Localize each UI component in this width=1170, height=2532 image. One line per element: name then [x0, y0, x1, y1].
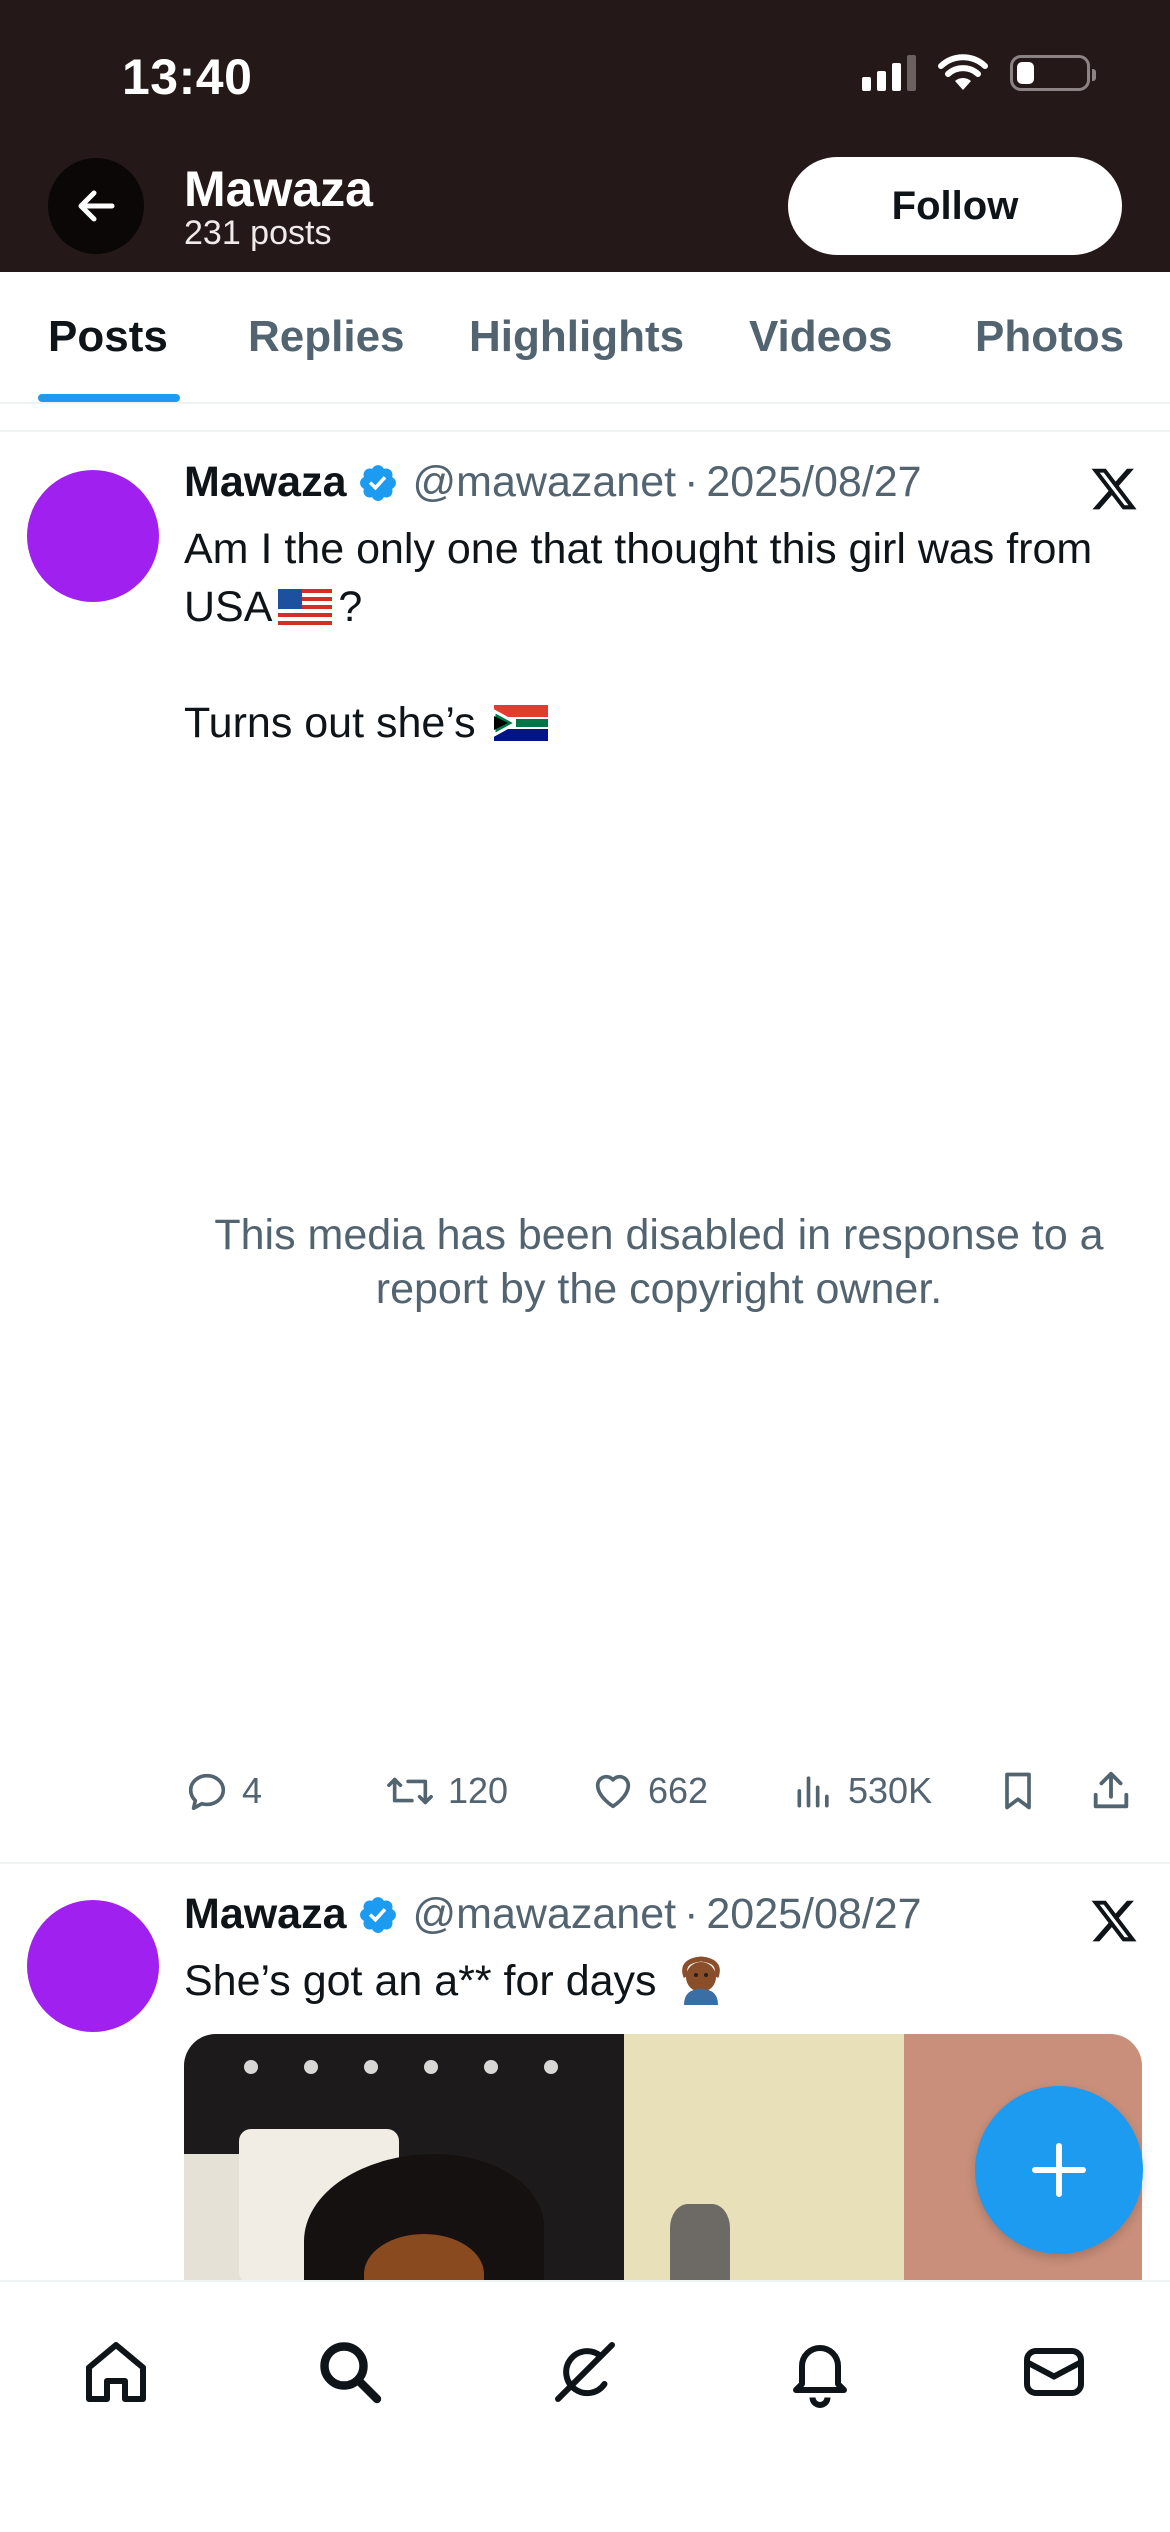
tweet-handle[interactable]: @mawazanet [413, 458, 677, 507]
like-button[interactable]: 662 [590, 1768, 708, 1814]
verified-badge-icon [357, 462, 399, 504]
heart-icon [595, 1774, 631, 1809]
tweet-text: She’s got an a** for days [184, 1952, 1154, 2010]
share-icon [1093, 1771, 1129, 1809]
tweet-text: Am I the only one that thought this girl… [184, 520, 1154, 752]
battery-level [1017, 62, 1035, 84]
tab-replies[interactable]: Replies [248, 312, 405, 362]
profile-name: Mawaza [184, 161, 373, 217]
bookmark-icon [1005, 1772, 1031, 1810]
tweet-handle[interactable]: @mawazanet [413, 1890, 677, 1939]
cellular-signal-icon [862, 55, 916, 91]
bookmark-button[interactable] [996, 1768, 1040, 1814]
back-button[interactable] [48, 158, 144, 254]
arrow-left-icon [78, 190, 115, 222]
separator-dot: · [684, 1890, 699, 1938]
repost-button[interactable]: 120 [384, 1768, 508, 1814]
tab-posts[interactable]: Posts [48, 312, 168, 362]
active-tab-indicator [38, 394, 180, 402]
search-icon [320, 2342, 382, 2404]
tab-photos[interactable]: Photos [975, 312, 1124, 362]
status-icons [862, 54, 1096, 92]
messages-envelope-icon [1024, 2348, 1084, 2396]
like-count: 662 [648, 1770, 709, 1811]
person-gesturing-ok-emoji [682, 1956, 721, 2005]
nav-messages[interactable] [1004, 2322, 1104, 2422]
grok-icon [555, 2342, 615, 2402]
separator-dot: · [684, 458, 699, 506]
notifications-bell-icon [793, 2345, 847, 2408]
views-chart-icon [797, 1776, 829, 1808]
wifi-icon [938, 54, 988, 90]
follow-button[interactable]: Follow [788, 157, 1122, 255]
tweet-text-line: Turns out she’s [184, 699, 476, 747]
tweet-header: Mawaza @mawazanet · 2025/08/27 [184, 458, 922, 507]
media-disabled-notice: This media has been disabled in response… [214, 1211, 1104, 1313]
reply-icon [188, 1773, 226, 1811]
tweet-date[interactable]: 2025/08/27 [706, 458, 921, 507]
tweet-author-name[interactable]: Mawaza [184, 458, 347, 507]
reply-count: 4 [242, 1770, 263, 1811]
profile-tabs: Posts Replies Highlights Videos Photos [0, 272, 1170, 404]
bottom-navigation [0, 2280, 1170, 2532]
views-count: 530K [848, 1770, 933, 1811]
verified-badge-icon [357, 1894, 399, 1936]
repost-count: 120 [448, 1770, 509, 1811]
us-flag-emoji [278, 589, 333, 625]
tab-videos[interactable]: Videos [749, 312, 892, 362]
tweet-author-name[interactable]: Mawaza [184, 1890, 347, 1939]
repost-icon [387, 1777, 433, 1805]
battery-icon [1010, 55, 1096, 91]
x-logo-icon [1091, 468, 1137, 510]
reply-button[interactable]: 4 [184, 1768, 262, 1814]
nav-home[interactable] [66, 2322, 166, 2422]
tweet-text-line: She’s got an a** for days [184, 1957, 657, 2005]
nav-notifications[interactable] [770, 2322, 870, 2422]
profile-post-count: 231 posts [184, 214, 332, 252]
nav-search[interactable] [300, 2322, 400, 2422]
home-icon [86, 2342, 146, 2402]
profile-header: 13:40 Mawaza 231 posts Follow [0, 0, 1170, 272]
tweet-header: Mawaza @mawazanet · 2025/08/27 [184, 1890, 922, 1939]
section-divider [0, 404, 1170, 432]
tweet-date[interactable]: 2025/08/27 [706, 1890, 921, 1939]
compose-post-button[interactable] [975, 2086, 1143, 2254]
tweet-divider [0, 1862, 1170, 1864]
south-africa-flag-emoji [493, 705, 548, 741]
tweet-text-punctuation: ? [338, 583, 363, 631]
x-logo-icon [1091, 1900, 1137, 1942]
tab-highlights[interactable]: Highlights [469, 312, 684, 362]
plus-icon [1032, 2143, 1086, 2197]
avatar[interactable] [27, 470, 159, 602]
avatar[interactable] [27, 1900, 159, 2032]
status-time: 13:40 [122, 49, 253, 105]
views-button[interactable]: 530K [792, 1768, 932, 1814]
share-button[interactable] [1088, 1768, 1134, 1814]
nav-grok[interactable] [535, 2322, 635, 2422]
tweet-actions: 4 120 662 530K [184, 1768, 1134, 1828]
